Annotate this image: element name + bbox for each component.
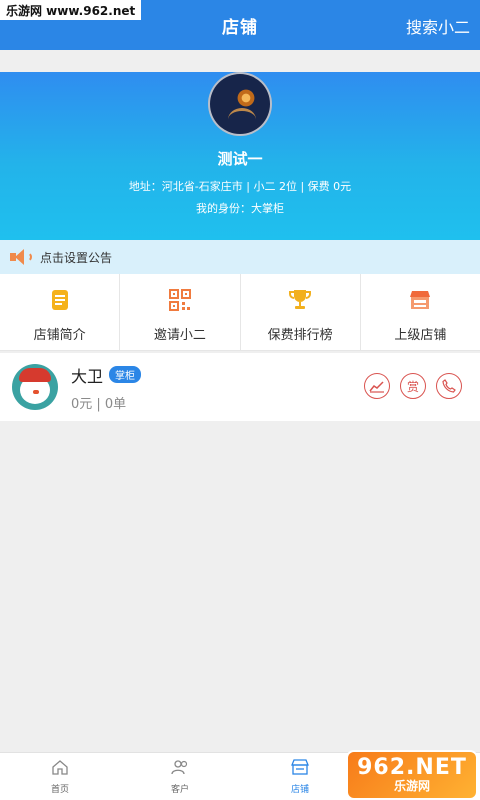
reward-button[interactable]: 赏 xyxy=(400,373,426,399)
store-icon xyxy=(410,291,431,309)
tab-home-label: 首页 xyxy=(50,785,69,795)
member-name: 大卫 xyxy=(71,366,104,386)
parent-shop-label: 上级店铺 xyxy=(394,328,447,343)
member-card[interactable]: 大卫 掌柜 0元 | 0单 赏 xyxy=(0,353,480,421)
home-icon xyxy=(52,760,68,775)
member-stats: 0元 | 0单 xyxy=(71,396,127,412)
announcement-bar[interactable]: 点击设置公告 xyxy=(0,240,480,274)
premium-ranking-label: 保费排行榜 xyxy=(267,328,333,343)
shop-function-grid: 店铺简介 邀请小二 保费排行榜 上级店铺 xyxy=(0,274,480,351)
invite-staff-item[interactable]: 邀请小二 xyxy=(120,274,241,350)
member-avatar xyxy=(12,364,58,410)
document-icon xyxy=(51,290,68,310)
announcement-text: 点击设置公告 xyxy=(40,250,113,265)
performance-chart-button[interactable] xyxy=(364,373,390,399)
shop-address-line: 地址：河北省-石家庄市 | 小二 2位 | 保费 0元 xyxy=(128,180,352,193)
search-staff-button[interactable]: 搜索小二 xyxy=(406,14,470,38)
invite-staff-label: 邀请小二 xyxy=(153,328,206,343)
parent-shop-item[interactable]: 上级店铺 xyxy=(361,274,480,350)
shop-intro-item[interactable]: 店铺简介 xyxy=(0,274,121,350)
shop-icon xyxy=(291,759,309,775)
tab-customers[interactable]: 客户 xyxy=(120,753,240,800)
tab-home[interactable]: 首页 xyxy=(0,753,120,800)
call-button[interactable] xyxy=(436,373,462,399)
page-title: 店铺 xyxy=(222,17,258,38)
watermark-logo: 962.NET 乐游网 xyxy=(348,752,476,798)
reward-icon: 赏 xyxy=(406,379,419,394)
phone-icon xyxy=(442,379,456,393)
watermark-top: 乐游网 www.962.net xyxy=(0,0,142,20)
role-badge: 掌柜 xyxy=(109,366,142,383)
trophy-icon xyxy=(289,290,312,309)
tab-shop-label: 店铺 xyxy=(290,785,309,795)
tab-shop[interactable]: 店铺 xyxy=(240,753,360,800)
shop-name: 测试一 xyxy=(217,150,263,168)
speaker-icon xyxy=(10,249,32,265)
customers-icon xyxy=(171,760,188,775)
shop-avatar[interactable] xyxy=(208,72,272,136)
shop-intro-label: 店铺简介 xyxy=(33,328,86,343)
shop-header: 测试一 地址：河北省-石家庄市 | 小二 2位 | 保费 0元 我的身份：大掌柜 xyxy=(0,72,480,240)
qrcode-icon xyxy=(168,289,191,311)
chart-icon xyxy=(369,381,384,393)
tab-customers-label: 客户 xyxy=(170,785,189,795)
premium-ranking-item[interactable]: 保费排行榜 xyxy=(241,274,361,350)
shop-role-line: 我的身份：大掌柜 xyxy=(196,202,284,215)
